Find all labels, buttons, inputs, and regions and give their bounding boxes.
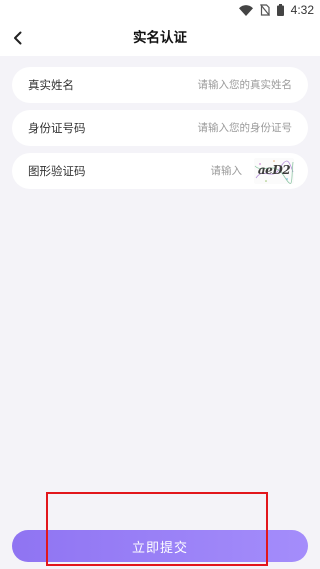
status-time: 4:32: [290, 3, 314, 17]
captcha-image[interactable]: aeD2: [254, 158, 294, 184]
chevron-left-icon: [14, 31, 22, 45]
app-bar: 实名认证: [0, 20, 320, 56]
battery-icon: [276, 4, 284, 16]
name-row: 真实姓名: [12, 67, 308, 103]
captcha-label: 图形验证码: [28, 164, 86, 178]
page-title: 实名认证: [133, 30, 187, 46]
no-sim-icon: [259, 4, 270, 16]
id-number-row: 身份证号码: [12, 110, 308, 146]
captcha-input[interactable]: [152, 160, 242, 182]
name-label: 真实姓名: [28, 78, 74, 92]
wifi-icon: [238, 4, 253, 16]
status-icons: 4:32: [238, 2, 314, 18]
back-button[interactable]: [6, 26, 30, 50]
submit-button[interactable]: 立即提交: [12, 530, 308, 562]
id-number-label: 身份证号码: [28, 121, 86, 135]
name-input[interactable]: [122, 74, 292, 96]
captcha-row: 图形验证码 aeD2: [12, 153, 308, 189]
status-bar: 4:32: [0, 0, 320, 20]
captcha-image-text: aeD2: [257, 163, 291, 177]
id-number-input[interactable]: [122, 117, 292, 139]
